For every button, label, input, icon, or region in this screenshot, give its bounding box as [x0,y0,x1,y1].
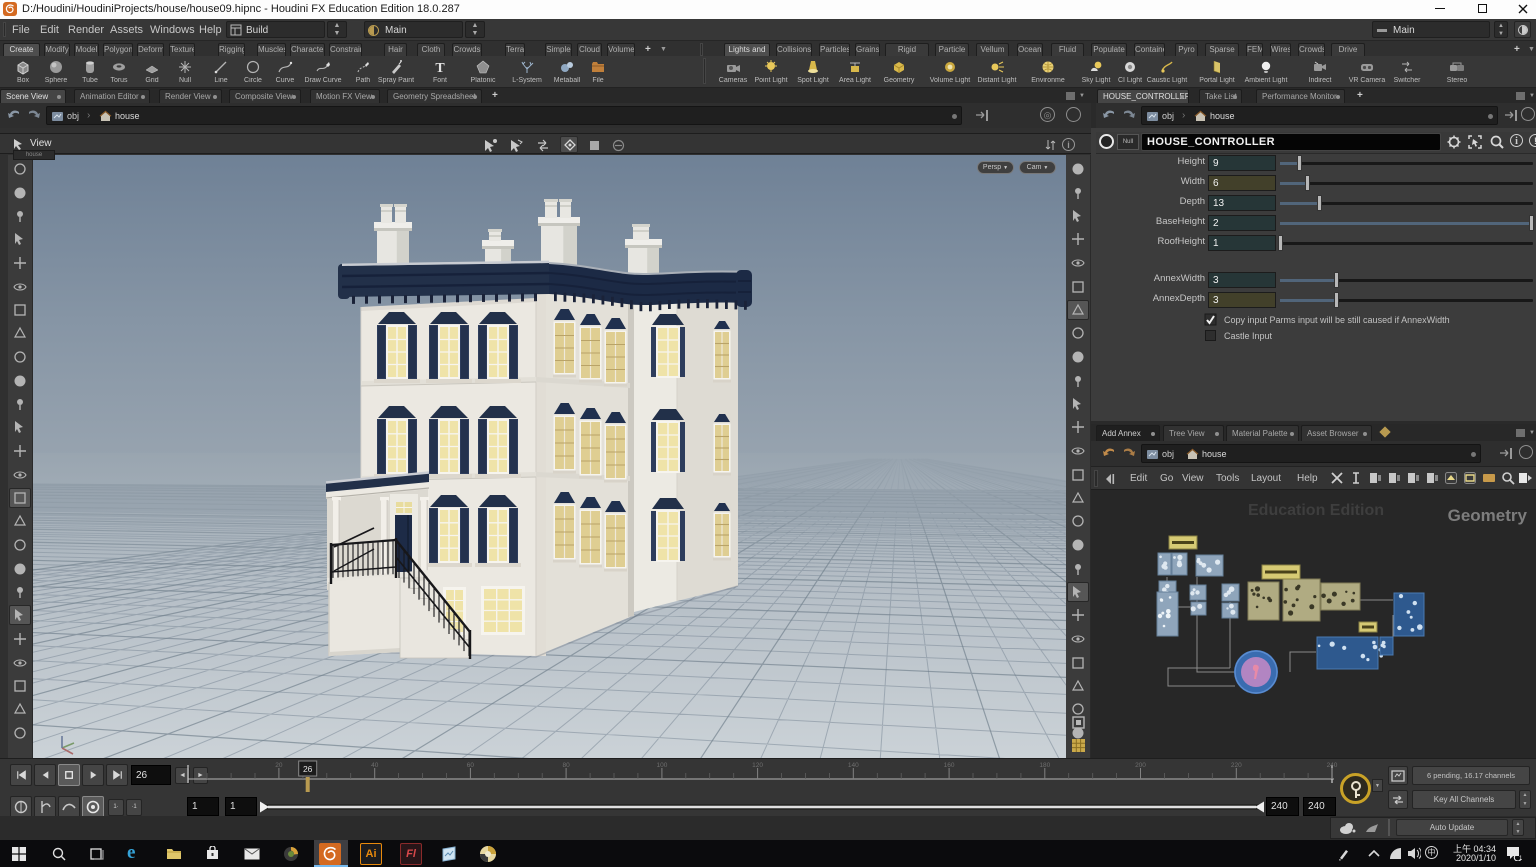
svg-text:180: 180 [1039,762,1050,769]
svg-text:Geometry: Geometry [1448,506,1528,525]
svg-text:80: 80 [562,762,570,769]
svg-text:1: 1 [1519,856,1522,861]
svg-text:220: 220 [1231,762,1242,769]
svg-text:60: 60 [467,762,475,769]
svg-text:240: 240 [1327,762,1338,769]
svg-text:Education Edition: Education Edition [1248,502,1384,519]
svg-text:40: 40 [371,762,379,769]
svg-text:160: 160 [944,762,955,769]
svg-text:100: 100 [656,762,667,769]
svg-text:26: 26 [303,764,313,774]
svg-text:140: 140 [848,762,859,769]
svg-text:T: T [435,61,445,75]
svg-text:200: 200 [1135,762,1146,769]
svg-text:20: 20 [275,762,283,769]
svg-text:120: 120 [752,762,763,769]
